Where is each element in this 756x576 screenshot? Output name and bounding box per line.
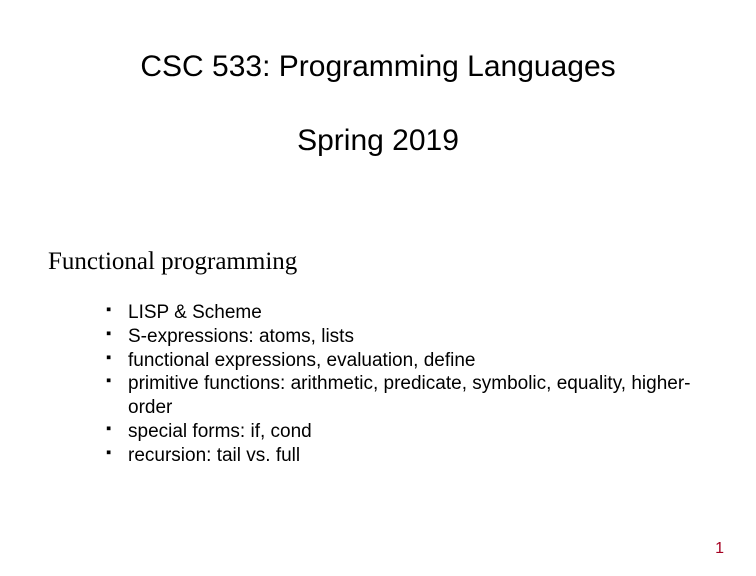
- list-item: primitive functions: arithmetic, predica…: [106, 372, 706, 420]
- page-number: 1: [715, 540, 724, 558]
- list-item: LISP & Scheme: [106, 301, 706, 325]
- list-item: S-expressions: atoms, lists: [106, 325, 706, 349]
- slide-subtitle: Spring 2019: [0, 84, 756, 158]
- list-item: special forms: if, cond: [106, 420, 706, 444]
- list-item: recursion: tail vs. full: [106, 444, 706, 468]
- slide-title: CSC 533: Programming Languages: [0, 0, 756, 84]
- bullet-list: LISP & Scheme S-expressions: atoms, list…: [0, 276, 756, 467]
- list-item: functional expressions, evaluation, defi…: [106, 349, 706, 373]
- section-heading: Functional programming: [0, 158, 756, 276]
